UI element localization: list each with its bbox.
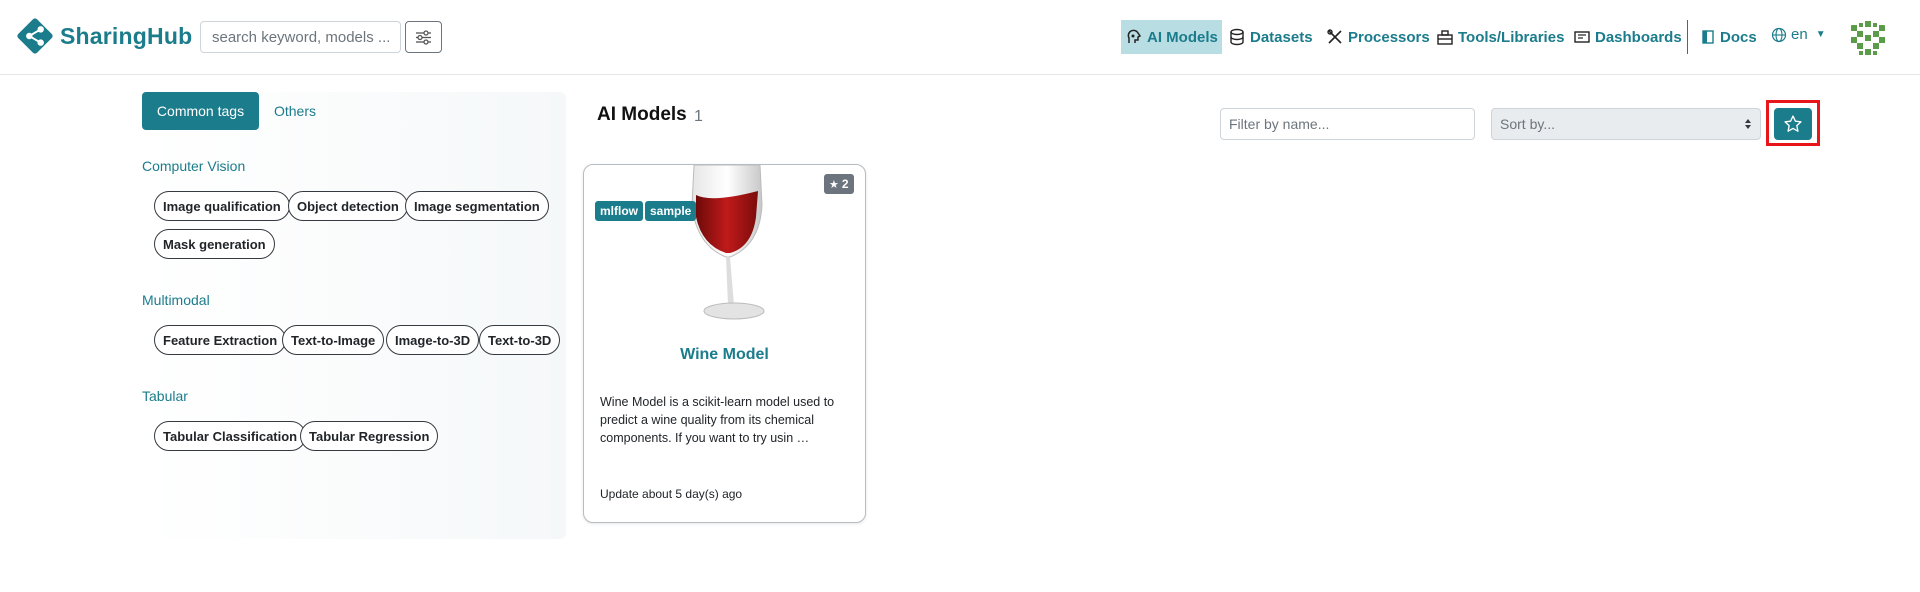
tag-chip[interactable]: Mask generation	[154, 229, 275, 259]
tag-chip[interactable]: Image-to-3D	[386, 325, 480, 355]
nav-label: AI Models	[1147, 28, 1218, 46]
page-title: AI Models	[597, 104, 687, 125]
tag-chip[interactable]: Feature Extraction	[154, 325, 287, 355]
sort-select-value: Sort by...	[1500, 116, 1555, 132]
section-title: Tabular	[142, 388, 188, 404]
search-input[interactable]	[200, 21, 401, 53]
tag-badge[interactable]: sample	[645, 201, 697, 221]
section-title: Computer Vision	[142, 158, 246, 174]
tag-badge[interactable]: mlflow	[595, 201, 643, 221]
database-icon	[1230, 28, 1244, 46]
language-dropdown[interactable]: en ▼	[1771, 26, 1826, 43]
tag-chip[interactable]: Text-to-Image	[282, 325, 385, 355]
nav-label: Processors	[1348, 28, 1430, 46]
book-icon	[1702, 30, 1714, 44]
card-badges: mlflow sample	[595, 201, 697, 221]
results-count: 1	[694, 108, 703, 125]
brain-icon	[1127, 29, 1142, 43]
language-label: en	[1791, 26, 1808, 43]
globe-icon	[1771, 27, 1787, 42]
brand-name: SharingHub	[60, 22, 193, 49]
nav-processors[interactable]: Processors	[1322, 20, 1434, 54]
tab-common-tags[interactable]: Common tags	[142, 92, 259, 130]
star-count: 2	[841, 177, 849, 191]
tab-others[interactable]: Others	[268, 92, 322, 130]
tag-chip[interactable]: Image segmentation	[405, 191, 549, 221]
nav-ai-models[interactable]: AI Models	[1121, 20, 1222, 54]
nav-docs[interactable]: Docs	[1696, 20, 1761, 54]
sliders-icon	[416, 29, 431, 45]
nav-label: Datasets	[1250, 28, 1313, 46]
tag-chip[interactable]: Text-to-3D	[479, 325, 561, 355]
share-logo-icon	[17, 18, 53, 54]
nav-label: Tools/Libraries	[1458, 28, 1565, 46]
model-card[interactable]: mlflow sample ★ 2 Wine Model Wine Model …	[583, 164, 866, 523]
search-filter-button[interactable]	[405, 21, 442, 53]
toolbox-icon	[1437, 30, 1453, 45]
wine-glass-image	[691, 165, 765, 320]
star-icon: ★	[829, 178, 839, 191]
dashboard-icon	[1574, 31, 1590, 43]
nav-label: Docs	[1720, 28, 1757, 46]
caret-down-icon: ▼	[1815, 29, 1826, 40]
card-title[interactable]: Wine Model	[584, 346, 865, 364]
brand-logo-link[interactable]: SharingHub	[16, 17, 192, 55]
sort-arrows-icon	[1745, 119, 1751, 129]
nav-datasets[interactable]: Datasets	[1224, 20, 1317, 54]
nav-label: Dashboards	[1595, 28, 1682, 46]
card-updated: Update about 5 day(s) ago	[600, 487, 743, 501]
section-title: Multimodal	[142, 292, 210, 308]
tag-chip[interactable]: Tabular Classification	[154, 421, 307, 451]
nav-divider	[1687, 20, 1688, 54]
star-icon	[1784, 115, 1802, 132]
card-description: Wine Model is a scikit-learn model used …	[600, 395, 835, 445]
tag-chip[interactable]: Tabular Regression	[300, 421, 439, 451]
nav-tools-libraries[interactable]: Tools/Libraries	[1432, 20, 1568, 54]
user-avatar[interactable]	[1847, 17, 1889, 59]
sort-select[interactable]: Sort by...	[1491, 108, 1761, 140]
starred-filter-button[interactable]	[1774, 108, 1812, 140]
tag-chip[interactable]: Image qualification	[154, 191, 290, 221]
nav-dashboards[interactable]: Dashboards	[1569, 20, 1686, 54]
star-count-badge: ★ 2	[824, 174, 854, 194]
tag-chip[interactable]: Object detection	[288, 191, 408, 221]
top-navbar: SharingHub AI Models Datasets	[0, 0, 1920, 75]
tools-icon	[1327, 29, 1342, 44]
filter-by-name-input[interactable]	[1220, 108, 1475, 140]
